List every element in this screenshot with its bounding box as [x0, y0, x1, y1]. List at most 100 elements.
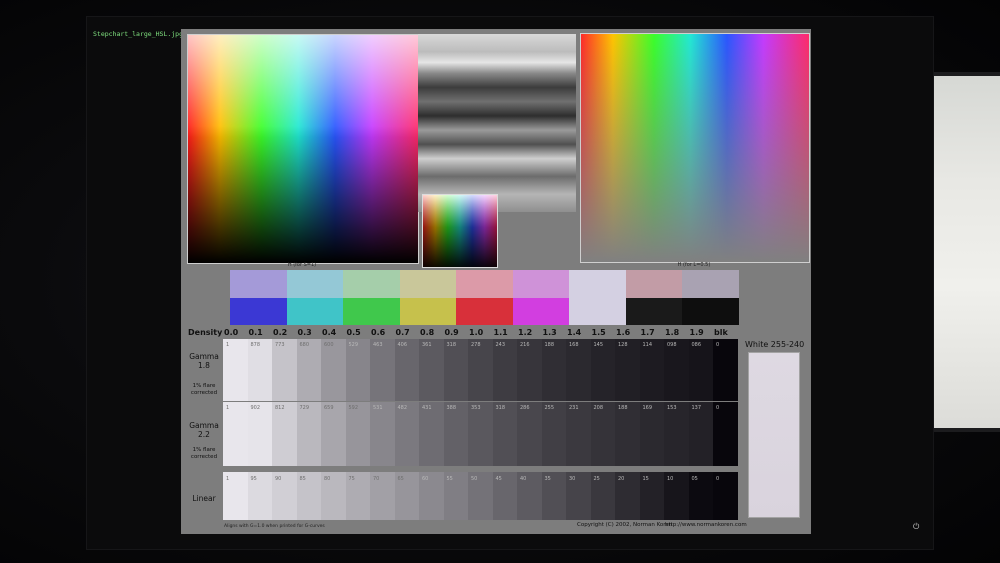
color-patch-top — [682, 270, 739, 298]
gamma22-step-value: 318 — [495, 405, 506, 411]
second-monitor-screen — [934, 76, 1000, 428]
gamma22-step-value: 137 — [691, 405, 702, 411]
gamma22-step-value: 431 — [422, 405, 432, 411]
color-patch-top — [625, 270, 683, 298]
gamma18-step-value: 406 — [397, 342, 408, 348]
gamma22-step-value: 231 — [569, 405, 579, 411]
gamma18-step — [296, 339, 322, 401]
linear-step-value: 0 — [716, 476, 720, 482]
gamma18-step-value: 773 — [275, 342, 285, 348]
color-gradient-inset — [422, 194, 498, 268]
copyright-text: Copyright (C) 2002, Norman Koren — [577, 522, 673, 528]
density-value: 0.5 — [346, 328, 361, 337]
gamma18-step — [394, 339, 420, 401]
gamma18-step-value: 0 — [716, 342, 720, 348]
gamma22-step — [370, 402, 395, 466]
density-value: 0.3 — [297, 328, 312, 337]
color-patch-bottom — [230, 298, 287, 325]
gamma22-step — [443, 402, 469, 466]
gamma22-step — [345, 402, 371, 466]
gamma22-step — [419, 402, 444, 466]
white-patch — [748, 352, 800, 518]
gamma18-step — [345, 339, 371, 401]
gamma18-step-value: 361 — [422, 342, 432, 348]
gamma22-step — [223, 402, 248, 466]
density-value: 1.6 — [616, 328, 631, 337]
gamma18-step-value: 878 — [250, 342, 261, 348]
linear-step-value: 85 — [299, 476, 306, 482]
gamma22-step — [566, 402, 591, 466]
gamma18-step — [688, 339, 714, 401]
color-patch-bottom — [343, 298, 400, 325]
gamma22-step-value: 482 — [397, 405, 408, 411]
landscape-photo — [418, 34, 576, 212]
gamma22-step-value: 531 — [373, 405, 383, 411]
gamma22-step-value: 902 — [250, 405, 261, 411]
color-patch-top — [569, 270, 626, 298]
density-value: 1.3 — [542, 328, 557, 337]
gamma18-step — [443, 339, 469, 401]
gamma22-step-value: 169 — [642, 405, 653, 411]
gamma18-step — [615, 339, 640, 401]
gamma22-step — [247, 402, 273, 466]
gamma22-step — [394, 402, 420, 466]
gamma18-step-value: 086 — [691, 342, 702, 348]
density-value: 0.8 — [420, 328, 435, 337]
gamma22-step — [688, 402, 714, 466]
density-value: 0.9 — [444, 328, 459, 337]
linear-step-value: 75 — [348, 476, 355, 482]
color-patch-bottom — [625, 298, 683, 325]
color-patch-bottom — [456, 298, 513, 325]
linear-step-value: 10 — [667, 476, 674, 482]
linear-step-value: 55 — [446, 476, 453, 482]
gamma22-flare-line2: corrected — [190, 454, 218, 460]
gamma18-step — [590, 339, 616, 401]
hsl-chart-saturation — [187, 34, 419, 264]
color-patch-bottom — [682, 298, 739, 325]
hsl-left-axis-label: H (for S=1) — [287, 262, 317, 268]
linear-step-value: 80 — [324, 476, 331, 482]
gamma22-step — [272, 402, 297, 466]
color-patch-top — [512, 270, 570, 298]
gamma18-step — [664, 339, 689, 401]
gamma18-step — [566, 339, 591, 401]
gamma18-step — [639, 339, 665, 401]
gamma18-step-value: 318 — [446, 342, 457, 348]
gamma18-label-line2: 1.8 — [198, 361, 210, 370]
gamma22-step-value: 188 — [618, 405, 628, 411]
gamma22-step-value: 353 — [471, 405, 481, 411]
linear-label: Linear — [192, 494, 216, 503]
density-value: 1.2 — [518, 328, 533, 337]
density-value: 1.1 — [493, 328, 508, 337]
gamma22-step-value: 659 — [324, 405, 334, 411]
gamma18-flare-line2: corrected — [190, 390, 218, 396]
gamma18-step-value: 680 — [299, 342, 310, 348]
color-patch-top — [399, 270, 457, 298]
linear-step-value: 25 — [593, 476, 600, 482]
gamma18-step-value: 529 — [348, 342, 359, 348]
gamma22-step — [615, 402, 640, 466]
gamma22-flare-line1: 1% flare — [192, 447, 216, 453]
linear-step-value: 45 — [495, 476, 502, 482]
gamma22-step — [639, 402, 665, 466]
linear-step-value: 15 — [642, 476, 649, 482]
gamma18-step-value: 463 — [373, 342, 383, 348]
gamma18-step-value: 168 — [569, 342, 579, 348]
gamma18-step — [272, 339, 297, 401]
gamma18-step-value: 216 — [520, 342, 530, 348]
gamma18-step — [370, 339, 395, 401]
linear-step-value: 95 — [250, 476, 257, 482]
density-value: blk — [714, 328, 728, 337]
power-icon[interactable]: ⏻ — [913, 523, 921, 531]
gamma18-step-value: 128 — [618, 342, 628, 348]
gamma18-step-value: 114 — [642, 342, 653, 348]
density-value: 1.9 — [689, 328, 704, 337]
gamma18-step — [517, 339, 542, 401]
white-label: White 255-240 — [745, 340, 805, 349]
gamma18-step-value: 098 — [667, 342, 677, 348]
gamma22-step — [590, 402, 616, 466]
color-patch-bottom — [399, 298, 457, 325]
gamma18-step-value: 278 — [471, 342, 481, 348]
gamma22-step — [492, 402, 518, 466]
density-value: 0.4 — [322, 328, 337, 337]
